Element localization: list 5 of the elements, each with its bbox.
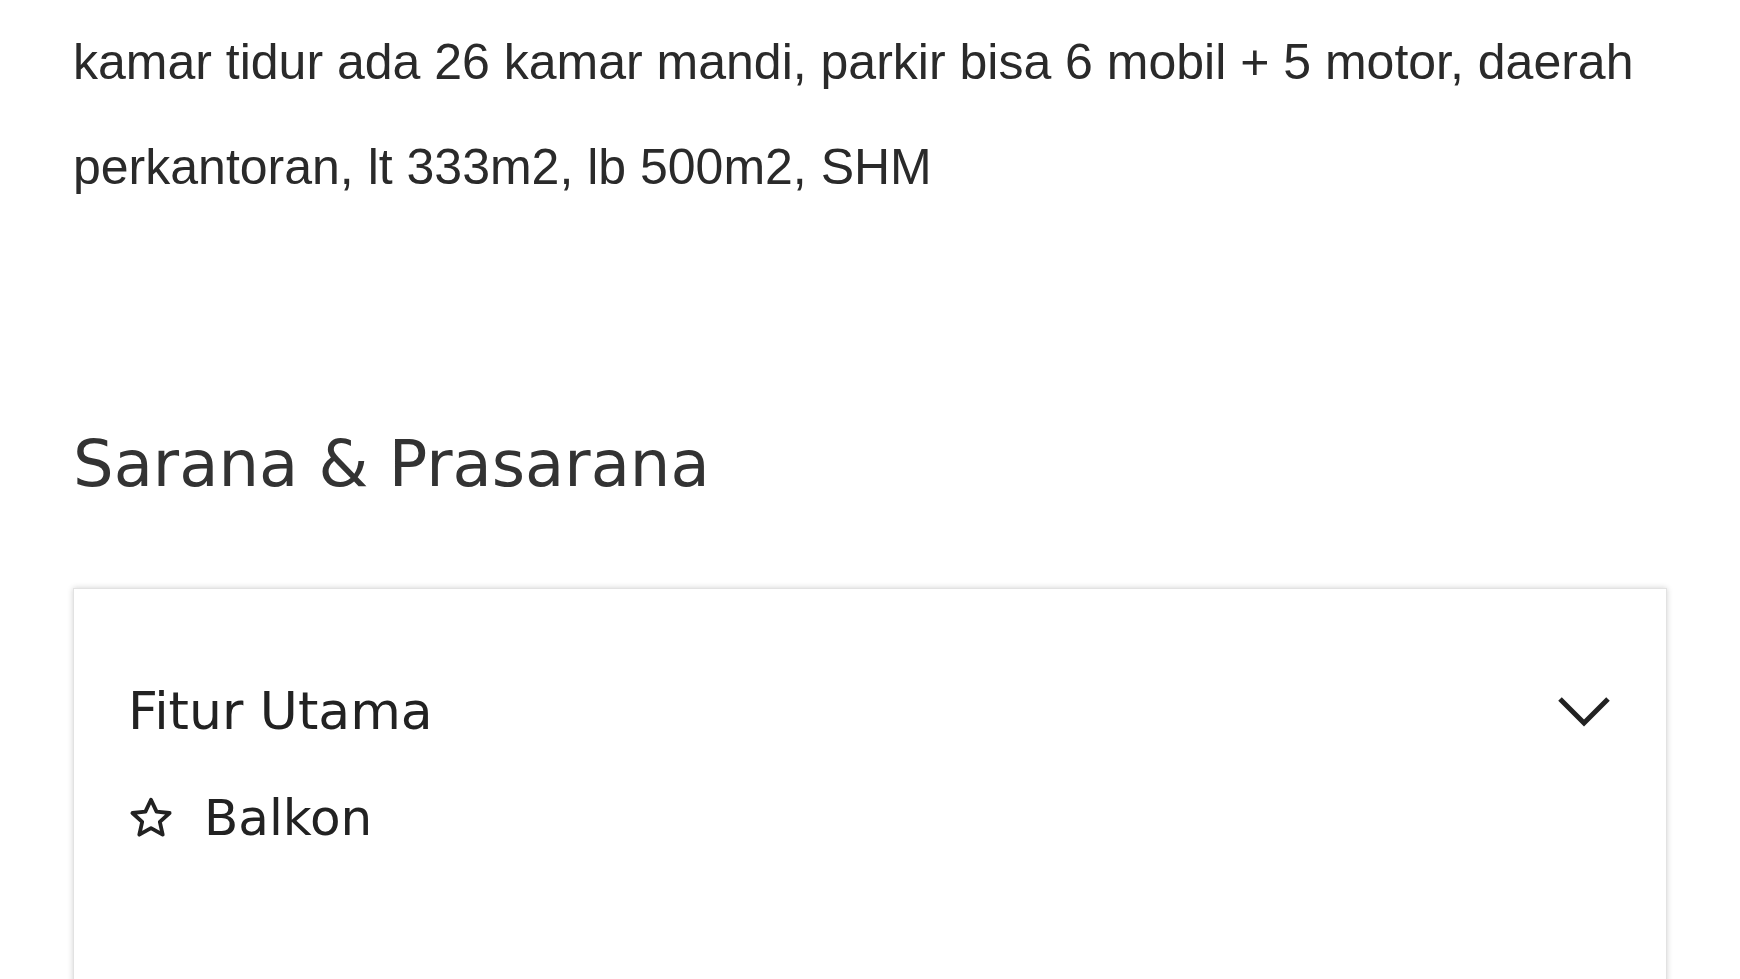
feature-label: Balkon xyxy=(204,789,373,847)
section-heading: Sarana & Prasarana xyxy=(73,426,711,503)
accordion-title[interactable]: Fitur Utama xyxy=(128,681,433,741)
chevron-icon[interactable] xyxy=(1556,695,1612,727)
description-text: kamar tidur ada 26 kamar mandi, parkir bisa 6 mobil + 5 motor, daerah perkantoran, lt 333m2, lb 500m2, SHM xyxy=(73,33,1635,197)
